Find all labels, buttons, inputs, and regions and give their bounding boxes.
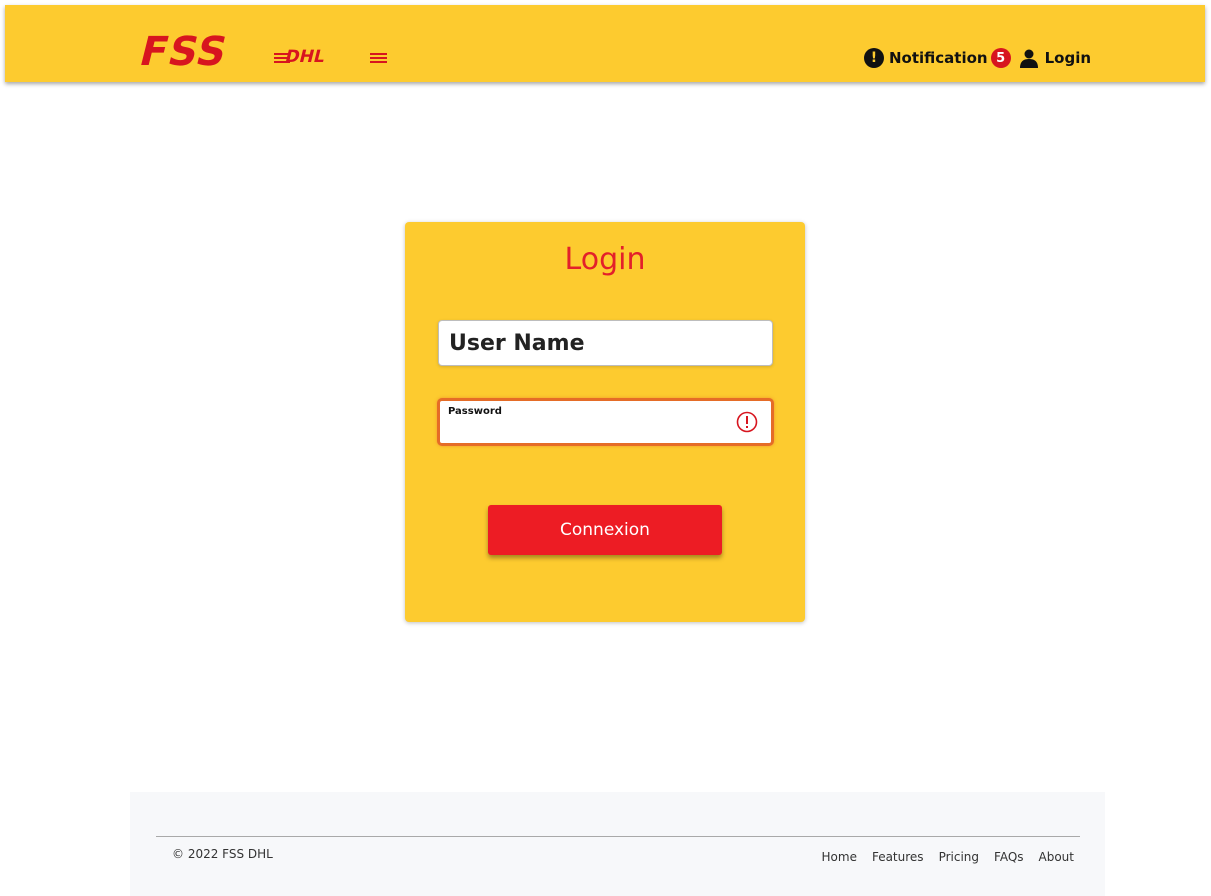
footer-link-about[interactable]: About bbox=[1039, 850, 1074, 864]
fss-dhl-logo[interactable]: FSS DHL bbox=[133, 27, 393, 73]
footer: © 2022 FSS DHL Home Features Pricing FAQ… bbox=[130, 792, 1105, 896]
login-card: Login User Name Password Connexion bbox=[405, 222, 805, 622]
logo-fss-text: FSS bbox=[135, 28, 233, 73]
footer-link-features[interactable]: Features bbox=[872, 850, 924, 864]
notification-link[interactable]: ! Notification 5 bbox=[864, 48, 1019, 68]
exclamation-circle-icon: ! bbox=[864, 48, 884, 68]
footer-divider bbox=[156, 836, 1080, 837]
username-input[interactable]: User Name bbox=[438, 320, 773, 366]
navbar-actions: ! Notification 5 Login bbox=[864, 43, 1091, 73]
notification-count-badge: 5 bbox=[990, 48, 1011, 68]
password-input[interactable] bbox=[448, 421, 728, 441]
footer-link-pricing[interactable]: Pricing bbox=[939, 850, 979, 864]
copyright-text: © 2022 FSS DHL bbox=[172, 847, 273, 861]
top-navbar: FSS DHL ! Notification 5 Login bbox=[5, 5, 1205, 82]
error-circle-icon bbox=[736, 411, 758, 433]
password-label: Password bbox=[448, 406, 502, 417]
user-icon bbox=[1019, 49, 1038, 68]
notification-label: Notification bbox=[889, 49, 988, 67]
login-label: Login bbox=[1044, 49, 1092, 67]
connexion-button[interactable]: Connexion bbox=[488, 505, 722, 555]
footer-nav: Home Features Pricing FAQs About bbox=[822, 850, 1074, 864]
login-link[interactable]: Login bbox=[1019, 48, 1091, 68]
footer-link-home[interactable]: Home bbox=[822, 850, 857, 864]
password-field[interactable]: Password bbox=[437, 398, 774, 446]
footer-link-faqs[interactable]: FAQs bbox=[994, 850, 1024, 864]
login-title: Login bbox=[564, 242, 646, 277]
